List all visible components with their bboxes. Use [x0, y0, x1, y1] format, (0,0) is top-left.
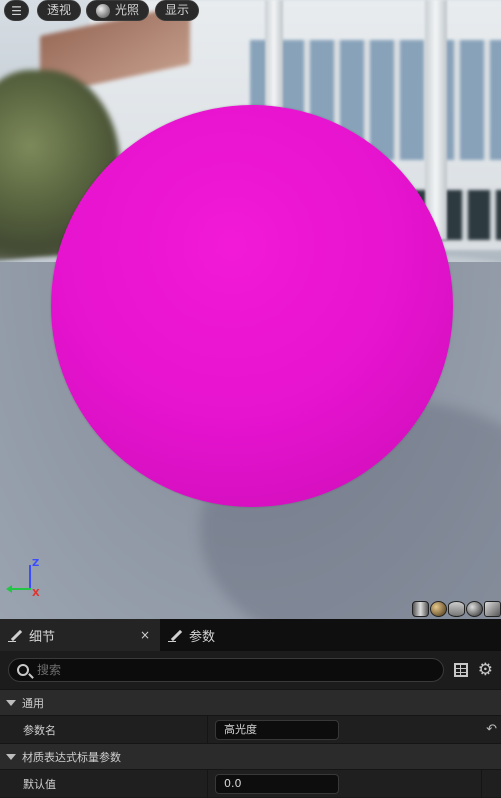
perspective-button[interactable]: 透视: [37, 0, 82, 21]
axis-x-label: X: [32, 588, 40, 599]
property-row-default-value: 默认值 0.0: [0, 769, 501, 798]
details-panel: 细节 × 参数 ⚙ 通用 参数名 高光度 ↶ 材质表达式标量参数 默认值 0.0: [0, 619, 501, 798]
lighting-icon: [96, 3, 110, 18]
axis-y-line: [10, 588, 31, 590]
search-input[interactable]: [37, 663, 417, 677]
tab-parameters[interactable]: 参数: [160, 619, 223, 651]
search-icon: [17, 664, 29, 676]
section-scalar-title: 材质表达式标量参数: [22, 750, 121, 764]
default-value-label: 默认值: [23, 777, 56, 791]
lighting-button[interactable]: 光照: [86, 0, 150, 21]
teapot-preview-icon[interactable]: [484, 601, 501, 617]
column-divider: [207, 769, 208, 798]
row-end-column: [481, 769, 501, 798]
plane-preview-icon[interactable]: [448, 601, 465, 617]
reset-icon[interactable]: ↶: [486, 722, 497, 737]
tab-details-label: 细节: [29, 629, 56, 645]
lighting-label: 光照: [115, 3, 140, 17]
search-box[interactable]: [8, 658, 444, 682]
cube-preview-icon[interactable]: [466, 601, 483, 617]
section-scalar-parameter[interactable]: 材质表达式标量参数: [0, 743, 501, 769]
pencil-icon: [8, 628, 22, 642]
cylinder-preview-icon[interactable]: [412, 601, 429, 617]
preview-shape-toolbar: [412, 601, 501, 617]
axis-y-arrow: [6, 585, 12, 593]
table-view-icon[interactable]: [453, 663, 468, 677]
default-value-field[interactable]: 0.0: [215, 773, 339, 794]
param-name-field[interactable]: 高光度: [215, 719, 339, 740]
axis-z-line: [29, 565, 31, 589]
property-row-param-name: 参数名 高光度 ↶: [0, 715, 501, 744]
panel-tabbar: 细节 × 参数: [0, 619, 501, 651]
sphere-preview-icon[interactable]: [430, 601, 447, 617]
show-label: 显示: [165, 3, 190, 17]
chevron-down-icon: [6, 753, 16, 760]
background-pillar: [425, 0, 447, 240]
material-preview-viewport[interactable]: ☰ 透视 光照 显示 Z X: [0, 0, 501, 619]
close-icon[interactable]: ×: [140, 628, 150, 642]
section-general[interactable]: 通用: [0, 689, 501, 715]
hamburger-icon: ☰: [11, 3, 22, 18]
tab-parameters-label: 参数: [189, 629, 216, 645]
preview-sphere: [51, 105, 453, 507]
search-row: ⚙: [0, 651, 501, 689]
chevron-down-icon: [6, 699, 16, 706]
show-button[interactable]: 显示: [155, 0, 200, 21]
gear-icon[interactable]: ⚙: [478, 662, 493, 679]
tab-details[interactable]: 细节 ×: [0, 619, 160, 651]
pencil-icon: [168, 628, 182, 642]
column-divider: [207, 715, 208, 744]
axis-gizmo: Z X: [6, 558, 46, 602]
section-general-title: 通用: [22, 696, 44, 710]
viewport-menu-button[interactable]: ☰: [4, 0, 29, 21]
param-name-label: 参数名: [23, 723, 56, 737]
perspective-label: 透视: [47, 3, 72, 17]
axis-z-label: Z: [32, 558, 40, 569]
